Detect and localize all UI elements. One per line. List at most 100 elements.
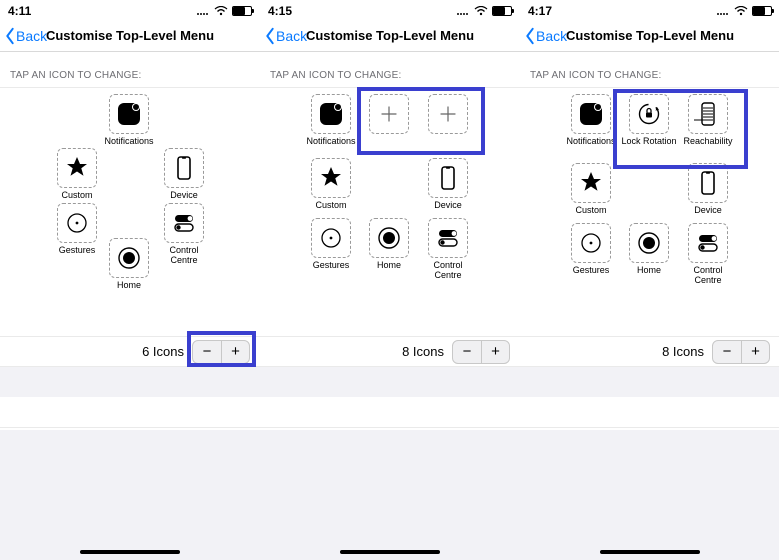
home-indicator (80, 550, 180, 554)
count-row: 6 Icons − + (0, 337, 260, 367)
slot-gestures[interactable]: Gestures (303, 218, 359, 271)
bottom-spacer (520, 430, 779, 560)
device-icon (170, 154, 198, 182)
stepper-plus[interactable]: + (221, 341, 249, 363)
stepper-plus[interactable]: + (741, 341, 769, 363)
hint-label: TAP AN ICON TO CHANGE: (520, 52, 779, 87)
home-icon (115, 244, 143, 272)
chevron-left-icon (4, 27, 16, 45)
spacer (0, 367, 260, 397)
nav-bar: Back Customise Top-Level Menu (520, 20, 779, 52)
home-icon (375, 224, 403, 252)
status-bar: 4:11 (0, 0, 260, 20)
signal-icon (196, 6, 210, 16)
screen-3: 4:17 Back Customise Top-Level Menu TAP A… (520, 0, 779, 560)
slot-home[interactable]: Home (621, 223, 677, 276)
nav-bar: Back Customise Top-Level Menu (0, 20, 260, 52)
notifications-icon (115, 100, 143, 128)
chevron-left-icon (524, 27, 536, 45)
screen-2: 4:15 Back Customise Top-Level Menu TAP A… (260, 0, 520, 560)
bottom-spacer (0, 430, 260, 560)
wifi-icon (214, 6, 228, 16)
icon-count-label: 8 Icons (402, 344, 444, 359)
slot-control-centre[interactable]: Control Centre (420, 218, 476, 281)
stepper-minus[interactable]: − (453, 341, 481, 363)
back-button[interactable]: Back (524, 27, 567, 45)
toggles-icon (434, 224, 462, 252)
slot-device[interactable]: Device (156, 148, 212, 201)
slot-notifications[interactable]: Notifications (563, 94, 619, 147)
icon-count-stepper[interactable]: − + (192, 340, 250, 364)
icon-count-label: 8 Icons (662, 344, 704, 359)
wifi-icon (474, 6, 488, 16)
status-time: 4:17 (528, 4, 552, 18)
slot-reachability[interactable]: Reachability (680, 94, 736, 147)
icon-count-stepper[interactable]: − + (452, 340, 510, 364)
device-icon (434, 164, 462, 192)
device-icon (694, 169, 722, 197)
slot-notifications[interactable]: Notifications (101, 94, 157, 147)
slot-lock-rotation[interactable]: Lock Rotation (621, 94, 677, 147)
stepper-plus[interactable]: + (481, 341, 509, 363)
back-button[interactable]: Back (264, 27, 307, 45)
status-bar: 4:15 (260, 0, 520, 20)
count-row: 8 Icons − + (520, 337, 779, 367)
reachability-icon (694, 100, 722, 128)
slot-empty-2[interactable] (420, 94, 476, 147)
slot-home[interactable]: Home (361, 218, 417, 271)
status-time: 4:11 (8, 4, 31, 18)
battery-icon (492, 6, 512, 16)
toggles-icon (170, 209, 198, 237)
slot-device[interactable]: Device (680, 163, 736, 216)
circle-dot-icon (577, 229, 605, 257)
hint-label: TAP AN ICON TO CHANGE: (0, 52, 260, 87)
hint-label: TAP AN ICON TO CHANGE: (260, 52, 520, 87)
slot-empty-1[interactable] (361, 94, 417, 147)
back-label: Back (16, 28, 47, 44)
status-right (716, 6, 772, 16)
home-icon (635, 229, 663, 257)
slot-home[interactable]: Home (101, 238, 157, 291)
icon-grid: Notifications Custom Device Gestures Hom… (260, 87, 520, 337)
signal-icon (456, 6, 470, 16)
circle-dot-icon (317, 224, 345, 252)
stepper-minus[interactable]: − (193, 341, 221, 363)
status-bar: 4:17 (520, 0, 779, 20)
slot-custom[interactable]: Custom (303, 158, 359, 211)
plus-icon (434, 100, 462, 128)
status-time: 4:15 (268, 4, 292, 18)
back-button[interactable]: Back (4, 27, 47, 45)
nav-bar: Back Customise Top-Level Menu (260, 20, 520, 52)
icon-grid: Notifications Lock Rotation Reachability… (520, 87, 779, 337)
slot-notifications[interactable]: Notifications (303, 94, 359, 147)
star-icon (63, 154, 91, 182)
star-icon (577, 169, 605, 197)
signal-icon (716, 6, 730, 16)
slot-control-centre[interactable]: Control Centre (680, 223, 736, 286)
notifications-icon (317, 100, 345, 128)
circle-dot-icon (63, 209, 91, 237)
chevron-left-icon (264, 27, 276, 45)
stepper-minus[interactable]: − (713, 341, 741, 363)
slot-custom[interactable]: Custom (563, 163, 619, 216)
star-icon (317, 164, 345, 192)
icon-count-label: 6 Icons (142, 344, 184, 359)
slot-custom[interactable]: Custom (49, 148, 105, 201)
status-right (196, 6, 252, 16)
home-indicator (340, 550, 440, 554)
battery-icon (752, 6, 772, 16)
slot-device[interactable]: Device (420, 158, 476, 211)
battery-icon (232, 6, 252, 16)
home-indicator (600, 550, 700, 554)
icon-count-stepper[interactable]: − + (712, 340, 770, 364)
back-label: Back (276, 28, 307, 44)
slot-control-centre[interactable]: Control Centre (156, 203, 212, 266)
notifications-icon (577, 100, 605, 128)
back-label: Back (536, 28, 567, 44)
slot-gestures[interactable]: Gestures (49, 203, 105, 256)
slot-gestures[interactable]: Gestures (563, 223, 619, 276)
status-right (456, 6, 512, 16)
bottom-spacer (260, 430, 520, 560)
screen-1: 4:11 Back Customise Top-Level Menu TAP A… (0, 0, 260, 560)
lock-rotation-icon (635, 100, 663, 128)
